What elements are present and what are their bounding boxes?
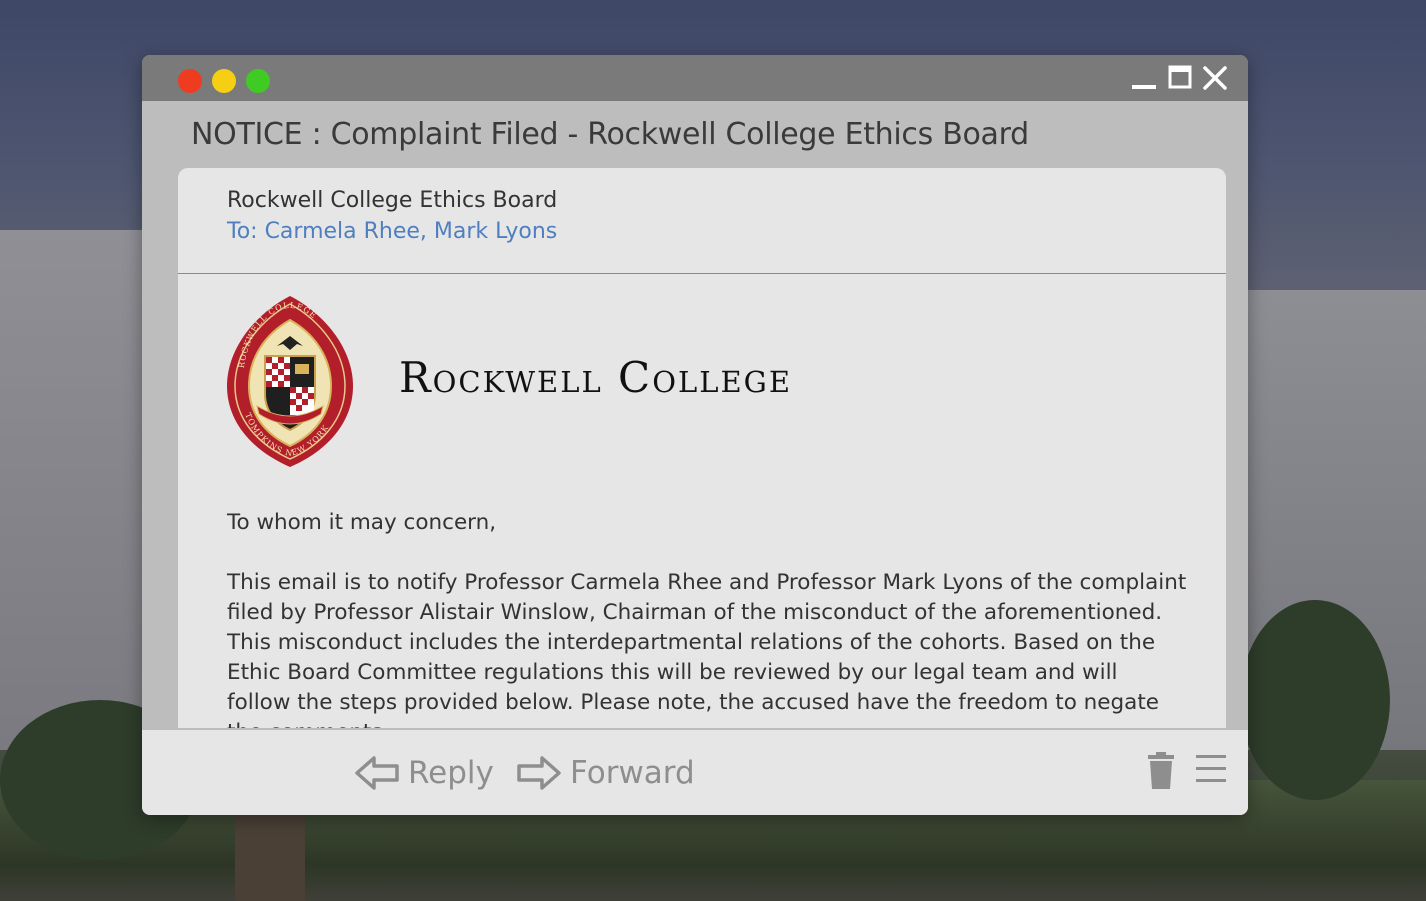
zoom-traffic-light[interactable] <box>246 69 270 93</box>
email-card: Rockwell College Ethics Board To: Carmel… <box>178 168 1226 728</box>
reply-label: Reply <box>408 755 494 791</box>
email-greeting: To whom it may concern, <box>227 510 497 535</box>
email-paragraph: This email is to notify Professor Carmel… <box>227 570 1187 728</box>
college-seal-logo: ROCKWELL COLLEGE TOMPKINS NEW YORK <box>227 296 353 467</box>
reply-button[interactable]: Reply <box>354 752 494 794</box>
email-recipients[interactable]: To: Carmela Rhee, Mark Lyons <box>227 219 557 244</box>
trash-icon[interactable] <box>1146 752 1176 790</box>
email-body: To whom it may concern, This email is to… <box>227 508 1187 728</box>
college-name-wordmark: Rockwell College <box>399 353 792 402</box>
menu-icon[interactable] <box>1196 752 1226 786</box>
forward-arrow-icon <box>517 756 561 790</box>
forward-button[interactable]: Forward <box>516 752 695 794</box>
email-sender: Rockwell College Ethics Board <box>227 188 558 213</box>
forward-label: Forward <box>570 755 695 791</box>
title-bar <box>142 55 1248 101</box>
reply-arrow-icon <box>355 756 399 790</box>
header-divider <box>178 273 1226 274</box>
background-tree <box>1240 600 1390 800</box>
maximize-icon[interactable] <box>1168 65 1194 91</box>
email-window: NOTICE : Complaint Filed - Rockwell Coll… <box>142 55 1248 815</box>
background-tree-trunk <box>235 800 305 901</box>
email-toolbar: Reply Forward <box>142 728 1248 815</box>
minimize-traffic-light[interactable] <box>212 69 236 93</box>
close-icon[interactable] <box>1202 65 1228 91</box>
email-subject: NOTICE : Complaint Filed - Rockwell Coll… <box>191 117 1029 152</box>
background-building-left <box>0 230 150 750</box>
minimize-icon[interactable] <box>1132 65 1158 91</box>
close-traffic-light[interactable] <box>178 69 202 93</box>
